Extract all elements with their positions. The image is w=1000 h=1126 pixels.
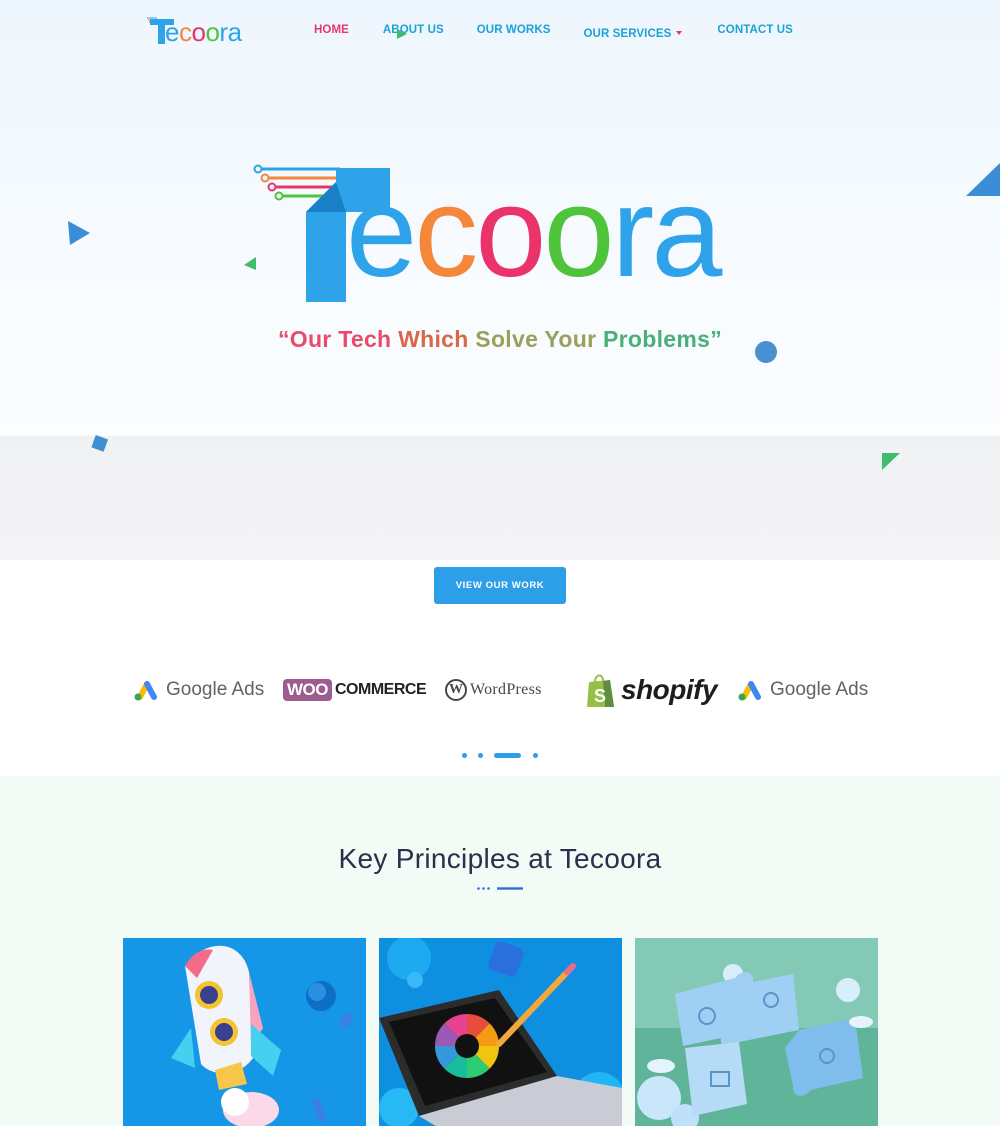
puzzle-pieces-illustration — [635, 938, 878, 1126]
nav-logo[interactable]: ecoora — [146, 14, 242, 48]
corner-triangle-shape-icon — [966, 163, 1000, 196]
menu-our-services[interactable]: OUR SERVICES — [584, 24, 683, 40]
brand-google-ads-2[interactable]: Google Ads — [736, 660, 868, 720]
brand-name: shopify — [621, 674, 718, 705]
brand-name: Google Ads — [166, 679, 265, 700]
brand-wordpress[interactable]: W WordPress — [445, 660, 542, 720]
shopify-bag-icon: S — [587, 674, 614, 707]
brand-name: WordPress — [470, 681, 542, 698]
principle-card-rocket[interactable] — [123, 938, 366, 1126]
tagline-part: Problems” — [603, 326, 723, 352]
tagline-part: Solve Your — [475, 326, 604, 352]
brand-woocommerce[interactable]: WOO COMMERCE — [283, 660, 427, 720]
top-navigation: ecoora HOME ABOUT US OUR WORKS OUR SERVI… — [0, 0, 1000, 64]
google-ads-icon — [738, 681, 761, 701]
principle-card-puzzle[interactable] — [635, 938, 878, 1126]
laptop-color-wheel-illustration — [379, 938, 622, 1126]
svg-text:S: S — [594, 686, 606, 706]
play-triangle-shape-icon — [397, 29, 407, 39]
carousel-dot[interactable] — [478, 752, 483, 758]
principle-card-design[interactable] — [379, 938, 622, 1126]
wordpress-icon: W — [445, 679, 467, 701]
carousel-dots — [462, 751, 549, 759]
menu-about-us[interactable]: ABOUT US — [383, 24, 444, 40]
hero-logo: ecoora — [250, 160, 730, 310]
nav-logo-text: ecoora — [165, 17, 242, 47]
logo-t-stem — [158, 19, 165, 44]
triangle-shape-icon — [68, 221, 90, 245]
green-triangle-shape-icon — [882, 453, 900, 470]
hero-band — [0, 436, 1000, 560]
brand-carousel: Google Ads WOO COMMERCE W WordPress S sh… — [0, 660, 1000, 720]
menu-home[interactable]: HOME — [314, 24, 349, 40]
tagline-part: Which — [398, 326, 476, 352]
woocommerce-logo: WOO — [283, 679, 332, 701]
section-title: Key Principles at Tecoora — [338, 843, 662, 874]
brand-google-ads[interactable]: Google Ads — [132, 660, 264, 720]
carousel-dot[interactable] — [533, 752, 538, 758]
brand-shopify[interactable]: S shopify — [585, 660, 718, 720]
menu-our-services-label: OUR SERVICES — [583, 28, 672, 40]
menu-contact-us[interactable]: CONTACT US — [717, 24, 793, 40]
hero-logo-text: ecoora — [346, 161, 722, 304]
brand-name: COMMERCE — [335, 681, 427, 698]
brand-name: Google Ads — [770, 679, 869, 700]
view-our-work-button[interactable]: VIEW OUR WORK — [434, 567, 566, 604]
main-menu: HOME ABOUT US OUR WORKS OUR SERVICES CON… — [314, 24, 793, 40]
carousel-dot[interactable] — [462, 752, 467, 758]
chevron-down-icon — [676, 31, 683, 35]
square-shape-icon — [91, 435, 109, 452]
tagline-part: “Our Tech — [277, 326, 399, 352]
key-principles-section: Key Principles at Tecoora — [0, 776, 1000, 1126]
title-underline — [477, 887, 523, 890]
menu-our-works[interactable]: OUR WORKS — [477, 24, 551, 40]
google-ads-icon — [134, 681, 157, 701]
rocket-illustration — [123, 938, 366, 1126]
carousel-dot-active[interactable] — [494, 752, 521, 758]
hero-tagline: “Our Tech Which Solve Your Problems” — [0, 326, 1000, 353]
